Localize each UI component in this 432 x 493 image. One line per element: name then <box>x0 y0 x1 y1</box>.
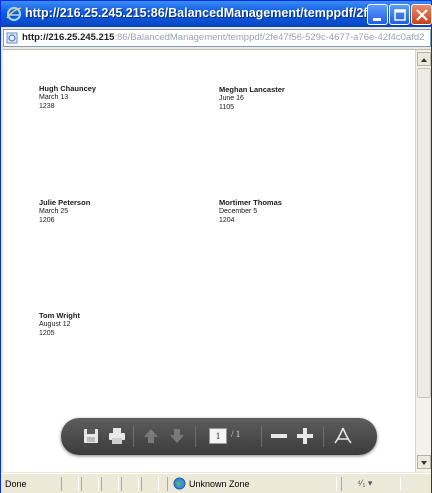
address-bar[interactable]: http://216.25.245.215:86/BalancedManagem… <box>3 29 431 47</box>
zone-text: Unknown Zone <box>189 479 250 489</box>
zoom-control[interactable]: ⁴⁄₁ ▾ <box>357 478 372 489</box>
arrow-up-icon <box>421 58 427 62</box>
prev-page-icon[interactable] <box>141 426 161 446</box>
pdf-toolbar: 1 / 1 <box>61 418 377 455</box>
pdf-page: Hugh Chauncey March 13 1238 Meghan Lanca… <box>3 50 415 472</box>
window-title: http://216.25.245.215:86/BalancedManagem… <box>25 6 375 20</box>
pdf-viewer: Hugh Chauncey March 13 1238 Meghan Lanca… <box>3 49 431 472</box>
page-icon <box>6 32 18 44</box>
entry-name: Julie Peterson <box>39 198 91 207</box>
arrow-down-icon <box>421 461 427 465</box>
entry-code: 1238 <box>39 103 55 110</box>
entry-code: 1105 <box>219 104 235 111</box>
label-entry: Julie Peterson March 25 1206 <box>39 198 90 225</box>
address-host: http://216.25.245.215 <box>22 32 115 43</box>
toolbar-divider <box>133 426 134 447</box>
entry-date: December 5 <box>219 208 258 215</box>
zoom-out-icon[interactable] <box>269 426 289 446</box>
scroll-thumb[interactable] <box>417 68 431 398</box>
title-bar[interactable]: http://216.25.245.215:86/BalancedManagem… <box>1 1 432 27</box>
entry-name: Hugh Chauncey <box>39 84 97 93</box>
status-bar: Done Unknown Zone ⁴⁄₁ ▾ <box>1 473 431 493</box>
minimize-button[interactable] <box>367 4 388 25</box>
toolbar-divider <box>323 426 324 447</box>
entry-code: 1205 <box>39 330 55 337</box>
close-button[interactable] <box>411 4 432 25</box>
status-cell <box>121 477 139 491</box>
scroll-down-button[interactable] <box>417 455 431 469</box>
entry-date: June 16 <box>219 95 244 102</box>
status-cell <box>101 477 119 491</box>
print-icon[interactable] <box>107 426 127 446</box>
status-text: Done <box>5 479 27 489</box>
page-number-input[interactable]: 1 <box>209 428 227 444</box>
entry-code: 1204 <box>219 217 235 224</box>
minimize-icon <box>373 18 381 21</box>
label-entry: Hugh Chauncey March 13 1238 <box>39 84 96 111</box>
entry-date: March 13 <box>39 94 69 101</box>
status-cell <box>61 477 79 491</box>
entry-name: Tom Wright <box>39 311 80 320</box>
entry-date: March 25 <box>39 208 69 215</box>
toolbar-divider <box>261 426 262 447</box>
acrobat-icon[interactable] <box>333 426 353 446</box>
entry-date: August 12 <box>39 321 71 328</box>
vertical-scrollbar[interactable] <box>415 50 431 472</box>
label-entry: Meghan Lancaster June 16 1105 <box>219 85 285 112</box>
save-icon[interactable] <box>81 426 101 446</box>
close-icon <box>416 9 428 21</box>
status-cell <box>81 477 99 491</box>
ie-icon <box>6 6 22 22</box>
zoom-in-icon[interactable] <box>295 426 315 446</box>
address-path: :86/BalancedManagement/temppdf/2fe47f56-… <box>114 32 425 43</box>
scroll-up-button[interactable] <box>417 52 431 66</box>
toolbar-divider <box>195 426 196 447</box>
label-entry: Tom Wright August 12 1205 <box>39 311 80 338</box>
address-text: http://216.25.245.215:86/BalancedManagem… <box>22 32 427 43</box>
entry-name: Meghan Lancaster <box>219 85 285 94</box>
status-cell <box>141 477 159 491</box>
maximize-button[interactable] <box>389 4 410 25</box>
next-page-icon[interactable] <box>167 426 187 446</box>
label-entry: Mortimer Thomas December 5 1204 <box>219 198 282 225</box>
maximize-icon <box>394 9 406 21</box>
page-total: / 1 <box>231 429 241 439</box>
entry-name: Mortimer Thomas <box>219 198 282 207</box>
browser-window: http://216.25.245.215:86/BalancedManagem… <box>0 0 432 493</box>
entry-code: 1206 <box>39 217 55 224</box>
globe-icon <box>173 477 186 490</box>
